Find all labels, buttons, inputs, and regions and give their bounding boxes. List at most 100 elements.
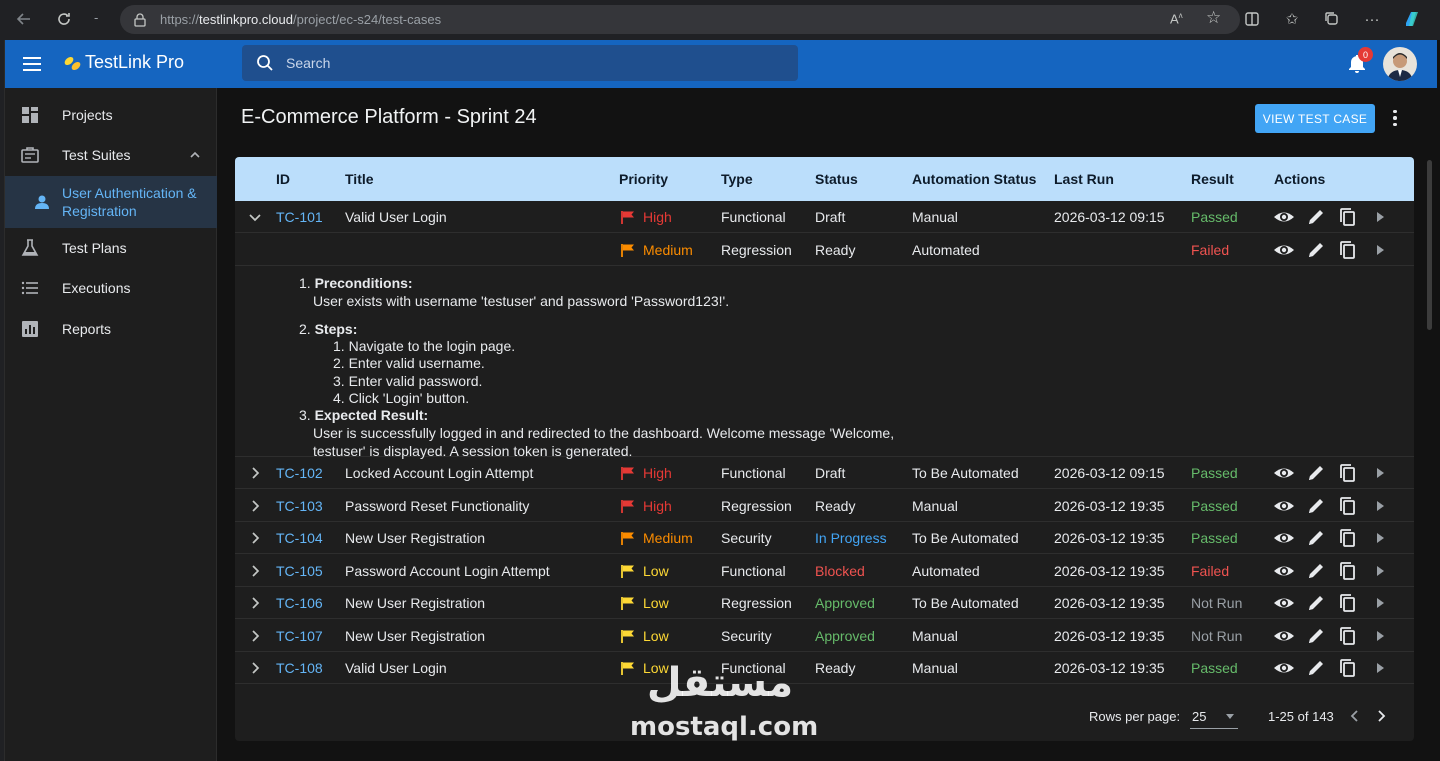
table-row[interactable]: TC-102 Locked Account Login Attempt High Fu… xyxy=(235,457,1414,489)
view-eye-icon[interactable] xyxy=(1273,207,1295,227)
chevron-down-icon[interactable] xyxy=(247,209,263,225)
test-case-id[interactable]: TC-107 xyxy=(276,628,323,644)
view-eye-icon[interactable] xyxy=(1273,593,1295,613)
view-eye-icon[interactable] xyxy=(1273,528,1295,548)
reload-icon[interactable] xyxy=(48,3,80,35)
column-header-automation-status[interactable]: Automation Status xyxy=(912,171,1036,187)
edit-pencil-icon[interactable] xyxy=(1305,658,1327,678)
edit-pencil-icon[interactable] xyxy=(1305,561,1327,581)
previous-page-icon[interactable] xyxy=(1347,708,1363,724)
view-eye-icon[interactable] xyxy=(1273,561,1295,581)
test-case-id[interactable]: TC-102 xyxy=(276,465,323,481)
test-case-id[interactable]: TC-105 xyxy=(276,563,323,579)
edit-pencil-icon[interactable] xyxy=(1305,240,1327,260)
favorite-star-icon[interactable]: ☆ xyxy=(1206,8,1221,28)
column-header-status[interactable]: Status xyxy=(815,171,858,187)
address-bar[interactable]: https://testlinkpro.cloud/project/ec-s24… xyxy=(120,5,1240,34)
edit-pencil-icon[interactable] xyxy=(1305,528,1327,548)
chevron-right-icon[interactable] xyxy=(247,498,263,514)
copilot-icon[interactable] xyxy=(1394,1,1430,37)
run-play-icon[interactable] xyxy=(1369,240,1391,260)
copy-icon[interactable] xyxy=(1337,528,1359,548)
copy-icon[interactable] xyxy=(1337,496,1359,516)
copy-icon[interactable] xyxy=(1337,207,1359,227)
chevron-right-icon[interactable] xyxy=(247,465,263,481)
view-eye-icon[interactable] xyxy=(1273,626,1295,646)
table-row[interactable]: TC-108 Valid User Login Low Functional Ready… xyxy=(235,652,1414,684)
copy-icon[interactable] xyxy=(1337,240,1359,260)
run-play-icon[interactable] xyxy=(1369,496,1391,516)
test-case-id[interactable]: TC-108 xyxy=(276,660,323,676)
edit-pencil-icon[interactable] xyxy=(1305,463,1327,483)
test-case-id[interactable]: TC-101 xyxy=(276,209,323,225)
sidebar-item-test-plans[interactable]: Test Plans xyxy=(5,228,217,268)
run-play-icon[interactable] xyxy=(1369,561,1391,581)
test-case-id[interactable]: TC-103 xyxy=(276,498,323,514)
test-case-id[interactable]: TC-104 xyxy=(276,530,323,546)
table-row[interactable]: TC-104 New User Registration Medium Securit… xyxy=(235,522,1414,554)
column-header-id[interactable]: ID xyxy=(276,171,290,187)
chevron-right-icon[interactable] xyxy=(247,530,263,546)
sidebar-item-reports[interactable]: Reports xyxy=(5,309,217,349)
chevron-right-icon[interactable] xyxy=(247,628,263,644)
chevron-up-icon[interactable] xyxy=(189,149,201,161)
sidebar-item-executions[interactable]: Executions xyxy=(5,268,217,308)
copy-icon[interactable] xyxy=(1337,593,1359,613)
next-page-icon[interactable] xyxy=(1373,708,1389,724)
split-screen-icon[interactable] xyxy=(1234,1,1270,37)
rows-per-page-select[interactable]: 25 xyxy=(1190,705,1238,729)
column-header-title[interactable]: Title xyxy=(345,171,374,187)
menu-icon[interactable] xyxy=(23,53,45,75)
scrollbar-thumb[interactable] xyxy=(1427,160,1432,330)
edit-pencil-icon[interactable] xyxy=(1305,593,1327,613)
search-bar[interactable] xyxy=(242,45,798,81)
chart-icon xyxy=(22,321,38,337)
run-play-icon[interactable] xyxy=(1369,528,1391,548)
priority-flag-icon xyxy=(621,565,634,578)
user-avatar[interactable] xyxy=(1383,47,1417,81)
favorites-icon[interactable]: ✩ xyxy=(1274,1,1310,37)
view-test-case-button[interactable]: VIEW TEST CASE xyxy=(1255,104,1375,133)
run-play-icon[interactable] xyxy=(1369,626,1391,646)
sidebar-item-projects[interactable]: Projects xyxy=(5,95,217,135)
more-icon[interactable]: ··· xyxy=(1354,1,1390,37)
copy-icon[interactable] xyxy=(1337,561,1359,581)
sidebar-item-user-authentication[interactable]: User Authentication & Registration xyxy=(5,176,217,228)
column-header-priority[interactable]: Priority xyxy=(619,171,668,187)
table-row[interactable]: TC-105 Password Account Login Attempt Low F… xyxy=(235,555,1414,587)
chevron-right-icon[interactable] xyxy=(247,595,263,611)
read-aloud-icon[interactable]: Aʌ xyxy=(1170,11,1183,26)
view-eye-icon[interactable] xyxy=(1273,496,1295,516)
view-eye-icon[interactable] xyxy=(1273,463,1295,483)
sidebar-item-test-suites[interactable]: Test Suites xyxy=(5,135,217,175)
chevron-right-icon[interactable] xyxy=(247,660,263,676)
edit-pencil-icon[interactable] xyxy=(1305,626,1327,646)
more-options-icon[interactable] xyxy=(1385,106,1405,130)
edit-pencil-icon[interactable] xyxy=(1305,496,1327,516)
column-header-last-run[interactable]: Last Run xyxy=(1054,171,1114,187)
column-header-type[interactable]: Type xyxy=(721,171,753,187)
run-play-icon[interactable] xyxy=(1369,207,1391,227)
table-row[interactable]: TC-101 Valid User Login High Functional Draf… xyxy=(235,201,1414,233)
table-row[interactable]: TC-106 New User Registration Low Regression… xyxy=(235,587,1414,619)
copy-icon[interactable] xyxy=(1337,626,1359,646)
back-icon[interactable] xyxy=(8,3,40,35)
table-row[interactable]: Medium Regression Ready Automated Failed xyxy=(235,234,1414,266)
run-play-icon[interactable] xyxy=(1369,658,1391,678)
column-header-result[interactable]: Result xyxy=(1191,171,1234,187)
table-row[interactable]: TC-107 New User Registration Low Security Ap… xyxy=(235,620,1414,652)
last-run-cell: 2026-03-12 19:35 xyxy=(1054,530,1165,546)
copy-icon[interactable] xyxy=(1337,658,1359,678)
copy-icon[interactable] xyxy=(1337,463,1359,483)
run-play-icon[interactable] xyxy=(1369,593,1391,613)
collections-icon[interactable] xyxy=(1314,1,1350,37)
edit-pencil-icon[interactable] xyxy=(1305,207,1327,227)
view-eye-icon[interactable] xyxy=(1273,240,1295,260)
view-eye-icon[interactable] xyxy=(1273,658,1295,678)
run-play-icon[interactable] xyxy=(1369,463,1391,483)
table-row[interactable]: TC-103 Password Reset Functionality High Re… xyxy=(235,490,1414,522)
search-input[interactable] xyxy=(286,55,766,71)
sidebar-item-label: Reports xyxy=(62,321,112,337)
test-case-id[interactable]: TC-106 xyxy=(276,595,323,611)
chevron-right-icon[interactable] xyxy=(247,563,263,579)
